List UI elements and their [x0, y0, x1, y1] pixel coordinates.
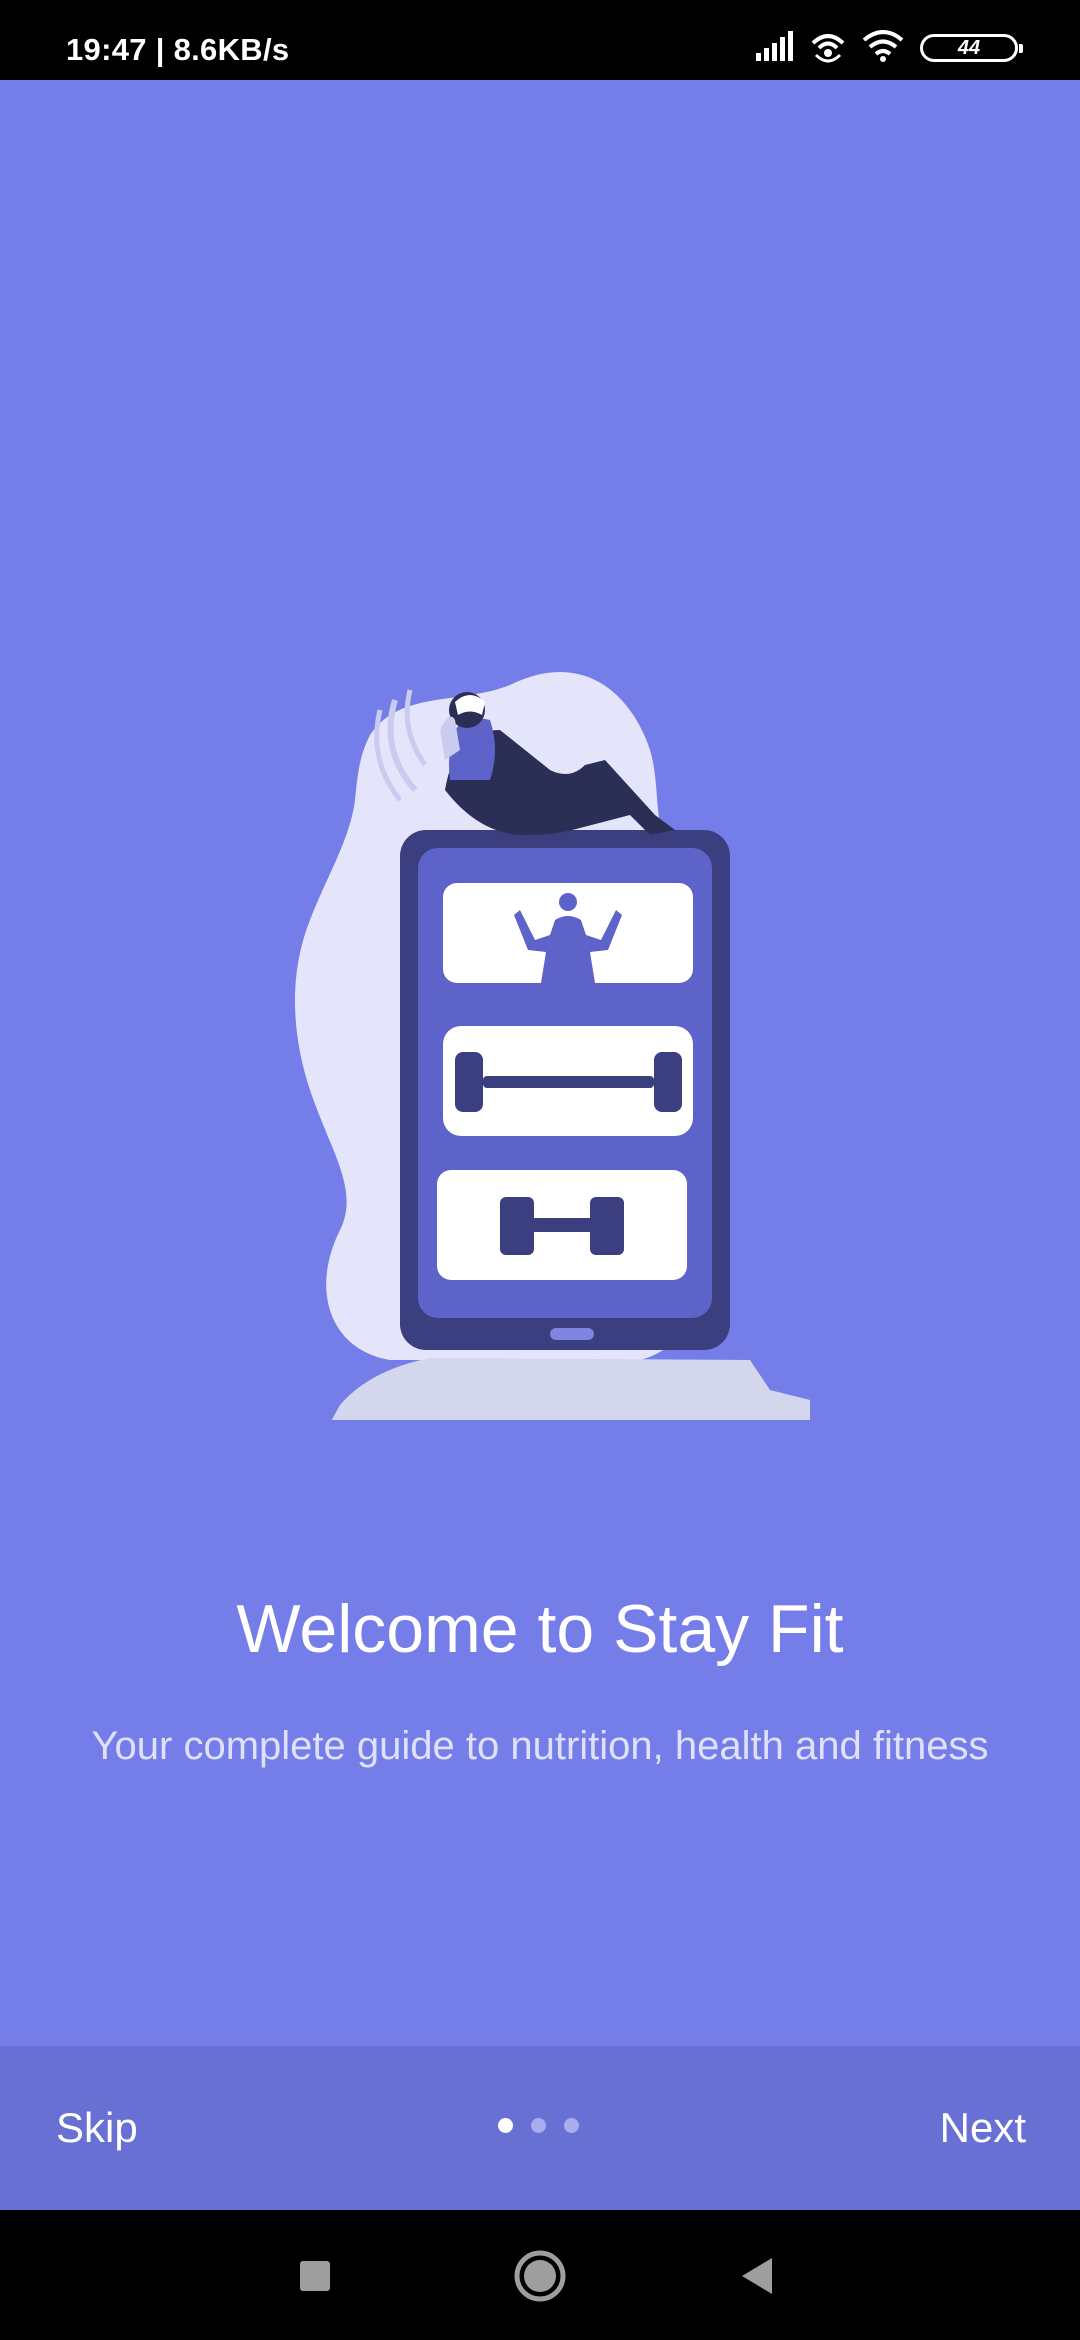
page-dot-1 — [498, 2118, 513, 2133]
skip-button[interactable]: Skip — [56, 2046, 138, 2210]
signal-icon — [754, 30, 794, 66]
next-button[interactable]: Next — [940, 2046, 1026, 2210]
navigation-bar — [0, 2210, 1080, 2340]
status-icons: 44 — [754, 28, 1023, 68]
welcome-title: Welcome to Stay Fit — [236, 1591, 844, 1667]
hotspot-icon — [810, 29, 846, 68]
status-bar: 19:47 | 8.6KB/s 44 — [0, 0, 1080, 80]
page-indicator — [498, 2118, 579, 2133]
battery-icon: 44 — [920, 34, 1023, 62]
onboarding-page: Welcome to Stay Fit Your complete guide … — [0, 80, 1080, 2046]
welcome-subtitle: Your complete guide to nutrition, health… — [91, 1724, 989, 1768]
status-time: 19:47 | 8.6KB/s — [66, 32, 290, 67]
back-icon[interactable] — [730, 2246, 790, 2306]
onboarding-footer: Skip Next — [0, 2046, 1080, 2210]
recent-apps-icon[interactable] — [285, 2246, 345, 2306]
wifi-icon — [862, 29, 904, 67]
fitness-app-illustration — [250, 590, 830, 1423]
home-icon[interactable] — [510, 2246, 570, 2306]
page-dot-2 — [531, 2118, 546, 2133]
page-dot-3 — [564, 2118, 579, 2133]
